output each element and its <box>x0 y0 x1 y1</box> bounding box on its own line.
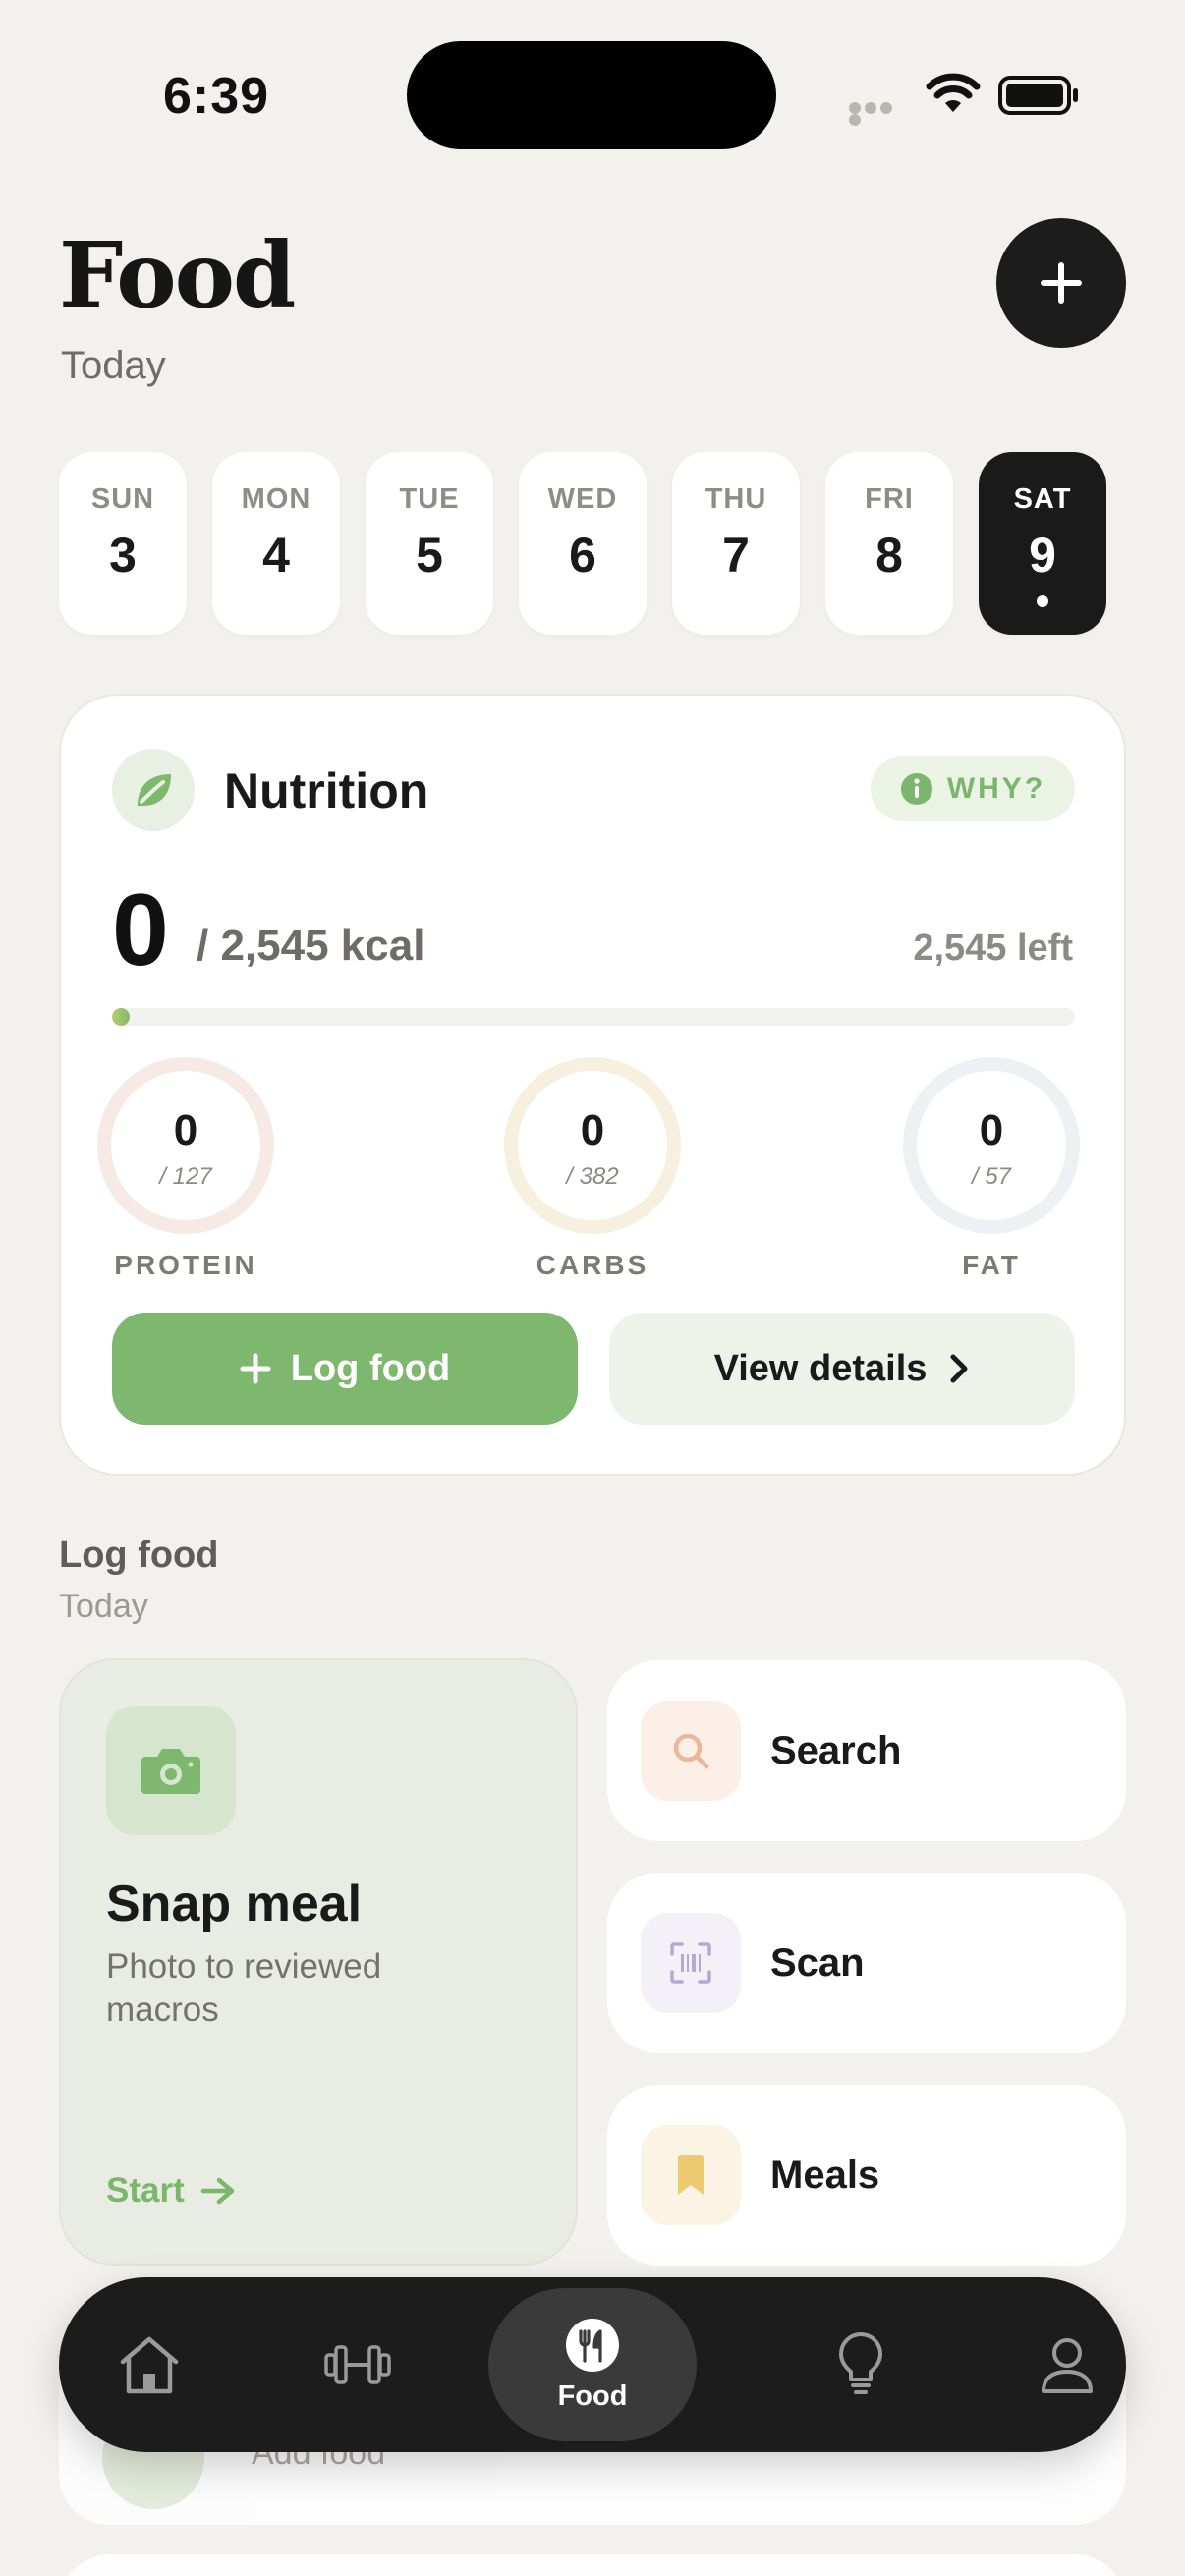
log-food-button[interactable]: Log food <box>112 1313 578 1425</box>
day-name: THU <box>705 483 767 515</box>
next-card-peek <box>59 2554 1126 2576</box>
day-number: 8 <box>875 528 903 583</box>
scan-action[interactable]: Scan <box>607 1873 1126 2053</box>
profile-icon <box>1042 2338 1093 2393</box>
start-label: Start <box>106 2171 185 2210</box>
week-day-selector: SUN 3 MON 4 TUE 5 WED 6 THU 7 FRI 8 SAT … <box>59 452 1108 635</box>
fork-knife-icon <box>566 2318 619 2372</box>
scan-label: Scan <box>770 1940 865 1985</box>
calorie-progress-fill <box>112 1008 130 1026</box>
day-name: WED <box>547 483 618 515</box>
barcode-scan-icon <box>641 1913 741 2013</box>
chevron-right-icon <box>950 1354 968 1383</box>
camera-icon <box>106 1706 236 1835</box>
tab-workouts[interactable] <box>269 2277 446 2452</box>
calories-goal: / 2,545 kcal <box>197 922 425 970</box>
fat-goal: / 57 <box>971 1163 1012 1190</box>
cellular-signal-icon <box>849 102 910 126</box>
calories-remaining: 2,545 left <box>913 927 1073 969</box>
carbs-goal: / 382 <box>566 1163 619 1190</box>
arrow-right-icon <box>200 2177 234 2205</box>
day-tue[interactable]: TUE 5 <box>366 452 493 635</box>
battery-icon <box>998 75 1081 116</box>
tab-food-label: Food <box>557 2380 628 2412</box>
day-sat-selected[interactable]: SAT 9 <box>979 452 1106 635</box>
protein-ring: 0 / 127 <box>95 1055 276 1236</box>
info-icon <box>900 773 932 805</box>
status-time: 6:39 <box>163 68 270 125</box>
home-icon <box>120 2336 179 2394</box>
macro-protein: 0 / 127 PROTEIN <box>92 1055 279 1281</box>
nutrition-title: Nutrition <box>224 763 429 818</box>
day-name: SUN <box>90 483 155 515</box>
day-number: 7 <box>722 528 750 583</box>
fat-ring: 0 / 57 <box>901 1055 1082 1236</box>
calorie-progress-bar <box>112 1008 1075 1026</box>
macro-fat: 0 / 57 FAT <box>898 1055 1085 1281</box>
log-food-section-subtitle: Today <box>59 1588 148 1625</box>
day-number: 5 <box>416 528 443 583</box>
day-name: MON <box>241 483 311 515</box>
dynamic-island <box>407 41 776 149</box>
page-subtitle: Today <box>61 344 166 387</box>
dumbbell-icon <box>324 2345 391 2384</box>
snap-meal-description: Photo to reviewed macros <box>106 1947 382 2029</box>
snap-start-link[interactable]: Start <box>106 2171 236 2211</box>
wifi-icon <box>926 73 981 116</box>
protein-value: 0 <box>173 1106 198 1154</box>
day-sun[interactable]: SUN 3 <box>59 452 187 635</box>
page-title: Food <box>59 222 296 328</box>
log-food-label: Log food <box>290 1347 451 1389</box>
fat-label: FAT <box>962 1250 1021 1280</box>
day-name: FRI <box>865 483 914 515</box>
day-number: 4 <box>262 528 290 583</box>
why-button[interactable]: WHY? <box>871 756 1075 821</box>
bookmark-icon <box>641 2125 741 2225</box>
day-number: 6 <box>569 528 596 583</box>
plus-icon <box>1041 262 1082 304</box>
fat-value: 0 <box>979 1106 1004 1154</box>
calories-consumed: 0 <box>112 873 169 987</box>
view-details-label: View details <box>713 1347 928 1389</box>
leaf-icon <box>112 749 195 831</box>
tab-home[interactable] <box>61 2277 238 2452</box>
day-number: 9 <box>1029 528 1056 583</box>
search-label: Search <box>770 1728 902 1772</box>
tab-profile[interactable] <box>979 2277 1156 2452</box>
carbs-value: 0 <box>580 1106 605 1154</box>
day-name: SAT <box>1013 483 1072 515</box>
day-thu[interactable]: THU 7 <box>672 452 800 635</box>
day-mon[interactable]: MON 4 <box>212 452 340 635</box>
view-details-button[interactable]: View details <box>609 1313 1075 1425</box>
macro-carbs: 0 / 382 CARBS <box>499 1055 686 1281</box>
add-button[interactable] <box>996 218 1126 348</box>
day-name: TUE <box>399 483 460 515</box>
protein-goal: / 127 <box>159 1163 212 1190</box>
lightbulb-icon <box>839 2332 882 2394</box>
tab-insights[interactable] <box>772 2277 949 2452</box>
log-food-section-title: Log food <box>59 1535 219 1576</box>
why-label: WHY? <box>946 772 1046 805</box>
day-fri[interactable]: FRI 8 <box>825 452 953 635</box>
snap-meal-title: Snap meal <box>106 1876 363 1932</box>
carbs-ring: 0 / 382 <box>502 1055 683 1236</box>
snap-meal-card[interactable]: Snap meal Photo to reviewed macros Start <box>59 1658 578 2266</box>
tab-food-active[interactable]: Food <box>488 2288 697 2441</box>
bottom-tab-bar: Food <box>59 2277 1126 2452</box>
meals-action[interactable]: Meals <box>607 2085 1126 2266</box>
today-indicator-dot <box>1037 595 1048 607</box>
carbs-label: CARBS <box>536 1250 649 1280</box>
plus-icon <box>240 1353 271 1384</box>
search-action[interactable]: Search <box>607 1660 1126 1841</box>
nutrition-card: Nutrition WHY? 0 / 2,545 kcal 2,545 left… <box>59 694 1126 1476</box>
day-wed[interactable]: WED 6 <box>519 452 647 635</box>
day-number: 3 <box>109 528 137 583</box>
protein-label: PROTEIN <box>114 1250 257 1280</box>
search-icon <box>641 1701 741 1801</box>
meals-label: Meals <box>770 2153 880 2197</box>
